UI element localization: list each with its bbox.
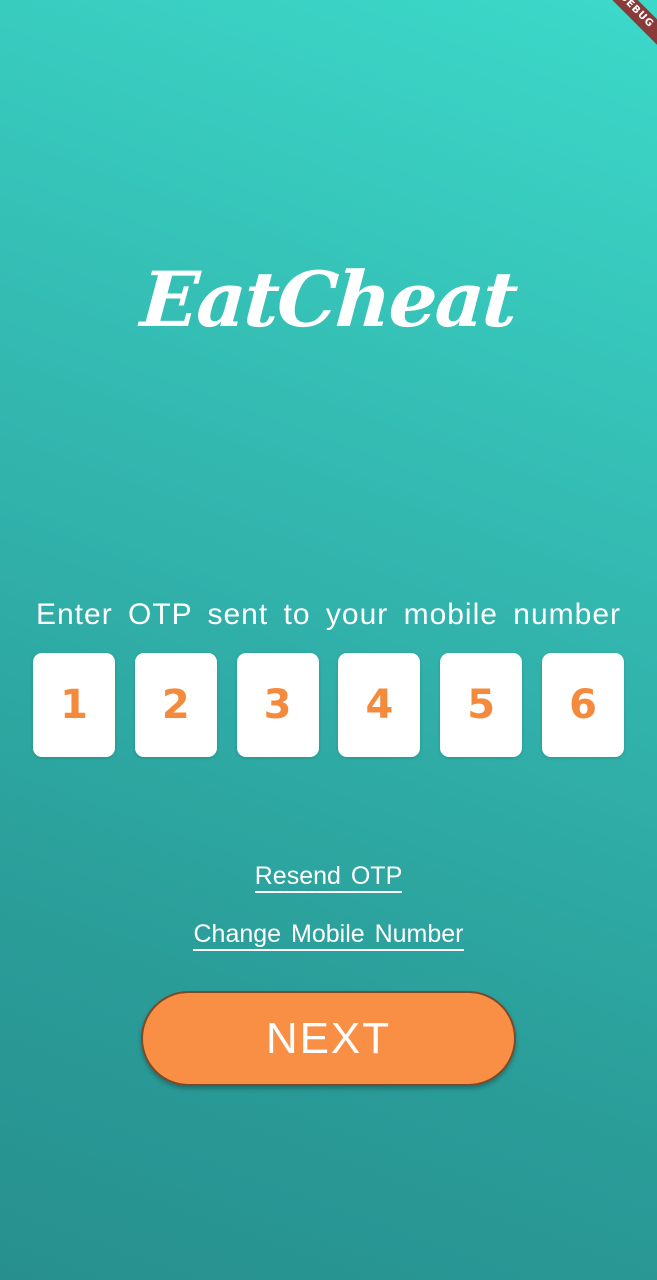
- next-button[interactable]: NEXT: [141, 991, 516, 1086]
- otp-digit-6[interactable]: 6: [541, 653, 624, 757]
- debug-banner: DEBUG: [597, 0, 657, 60]
- debug-banner-label: DEBUG: [597, 0, 657, 57]
- resend-otp-link[interactable]: Resend OTP: [254, 862, 403, 893]
- otp-input-row: 1 2 3 4 5 6: [33, 653, 624, 757]
- change-number-row: Change Mobile Number: [0, 920, 657, 951]
- app-logo: EatCheat: [138, 255, 520, 344]
- otp-digit-3[interactable]: 3: [236, 653, 319, 757]
- otp-digit-1[interactable]: 1: [33, 653, 115, 757]
- change-mobile-number-link[interactable]: Change Mobile Number: [193, 920, 464, 951]
- otp-digit-4[interactable]: 4: [338, 653, 421, 757]
- otp-digit-2[interactable]: 2: [134, 653, 217, 757]
- otp-prompt: Enter OTP sent to your mobile number: [35, 598, 622, 631]
- resend-otp-row: Resend OTP: [0, 862, 657, 893]
- otp-digit-5[interactable]: 5: [440, 653, 523, 757]
